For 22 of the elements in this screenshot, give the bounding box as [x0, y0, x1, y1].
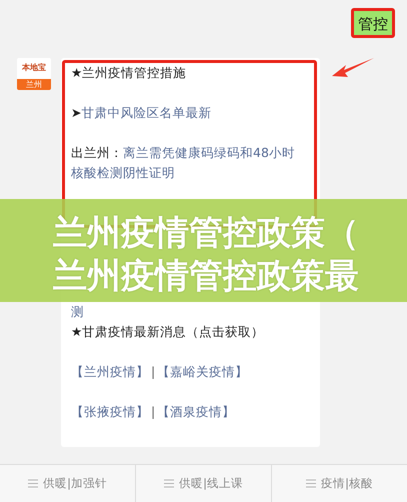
menu-icon: [28, 479, 38, 488]
message-heading: ★甘肃疫情最新消息（点击获取）: [71, 323, 266, 341]
separator: |: [151, 363, 156, 381]
message-heading: ★兰州疫情管控措施: [71, 64, 188, 82]
arrow-marker: ➤: [71, 105, 82, 120]
avatar-logo[interactable]: 本地宝 兰州: [17, 58, 51, 90]
menu-tab[interactable]: 疫情|核酸: [271, 465, 407, 502]
message-paragraph: 测: [71, 303, 85, 321]
menu-tab[interactable]: 供暖|线上课: [135, 465, 271, 502]
region-link[interactable]: 【兰州疫情】: [71, 362, 149, 382]
menu-tab[interactable]: 供暖|加强针: [0, 465, 135, 502]
banner-title: 兰州疫情管控政策（: [53, 212, 360, 255]
menu-icon: [306, 479, 316, 488]
article-link[interactable]: 甘肃中风险区名单最新: [81, 105, 212, 120]
separator: |: [151, 403, 156, 421]
menu-icon: [164, 479, 174, 488]
sent-message-bubble: 管控: [351, 8, 395, 38]
region-link[interactable]: 【酒泉疫情】: [157, 402, 236, 422]
banner-title: 兰州疫情管控政策最: [53, 255, 360, 298]
region-link[interactable]: 【嘉峪关疫情】: [157, 362, 248, 382]
message-paragraph: 出兰州：离兰需凭健康码绿码和48小时核酸检测阴性证明: [71, 144, 296, 182]
region-link[interactable]: 【张掖疫情】: [71, 402, 149, 422]
